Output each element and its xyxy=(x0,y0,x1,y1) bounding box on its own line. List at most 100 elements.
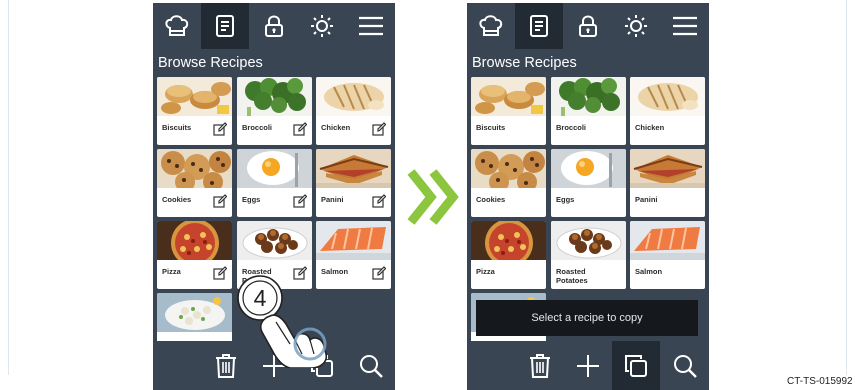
recipe-card[interactable]: Panini xyxy=(630,149,705,217)
recipe-card[interactable]: Pizza xyxy=(471,221,546,289)
page-title: Browse Recipes xyxy=(472,55,577,71)
recipe-card[interactable]: Pizza xyxy=(157,221,232,289)
tab-brightness[interactable] xyxy=(298,3,346,49)
edit-icon[interactable] xyxy=(213,194,228,208)
recipe-book-icon xyxy=(216,15,234,37)
page-title: Browse Recipes xyxy=(158,55,263,71)
eggs-photo xyxy=(551,149,626,188)
recipe-label: Broccoli xyxy=(556,123,587,132)
tab-recipe-book[interactable] xyxy=(515,3,563,49)
chef-hat-icon xyxy=(165,15,189,36)
edit-icon[interactable] xyxy=(293,122,308,136)
brightness-icon xyxy=(311,15,333,37)
recipe-label: Panini xyxy=(321,195,344,204)
potatoes-photo xyxy=(551,221,626,260)
edit-icon[interactable] xyxy=(372,194,387,208)
copy-button[interactable] xyxy=(612,341,660,390)
salmon-photo xyxy=(630,221,705,260)
trash-button[interactable] xyxy=(516,341,564,390)
recipe-card[interactable]: Eggs xyxy=(551,149,626,217)
tab-recipe-book[interactable] xyxy=(201,3,249,49)
step-number: 4 xyxy=(254,285,267,311)
recipe-label: Pizza xyxy=(162,267,181,276)
search-icon xyxy=(360,354,383,378)
lock-icon xyxy=(265,15,283,37)
edit-icon[interactable] xyxy=(372,122,387,136)
salmon-photo xyxy=(316,221,391,260)
potatoes-photo xyxy=(237,221,312,260)
copy-icon xyxy=(625,354,647,377)
bottom-toolbar xyxy=(467,341,709,390)
cookies-photo xyxy=(157,149,232,188)
figure: Browse Recipes Biscuits Broccoli Chicken Coo… xyxy=(0,0,855,390)
recipe-label: Pizza xyxy=(476,267,495,276)
tab-menu[interactable] xyxy=(661,3,709,49)
recipe-label: Chicken xyxy=(321,123,351,132)
plus-button[interactable] xyxy=(564,341,612,390)
frame-border-left xyxy=(8,0,9,375)
recipe-book-icon xyxy=(530,15,548,37)
pizza-photo xyxy=(157,221,232,260)
lock-icon xyxy=(579,15,597,37)
tab-brightness[interactable] xyxy=(612,3,660,49)
panini-photo xyxy=(630,149,705,188)
recipe-label: Eggs xyxy=(242,195,261,204)
recipe-card[interactable]: Salmon xyxy=(630,221,705,289)
biscuits-photo xyxy=(471,77,546,116)
recipe-card[interactable]: Panini xyxy=(316,149,391,217)
recipe-card[interactable]: Broccoli xyxy=(551,77,626,145)
recipe-label: Salmon xyxy=(635,267,663,276)
edit-icon[interactable] xyxy=(213,266,228,280)
recipe-card[interactable]: Biscuits xyxy=(471,77,546,145)
tab-lock[interactable] xyxy=(250,3,298,49)
figure-code: CT-TS-015992 xyxy=(787,376,853,387)
tab-menu[interactable] xyxy=(347,3,395,49)
salad-photo xyxy=(157,293,232,332)
edit-icon[interactable] xyxy=(213,122,228,136)
panini-photo xyxy=(316,149,391,188)
recipe-label: Broccoli xyxy=(242,123,273,132)
frame-border-right xyxy=(846,0,847,375)
recipe-label: Chicken xyxy=(635,123,665,132)
recipe-card[interactable]: Chicken xyxy=(630,77,705,145)
trash-icon xyxy=(530,353,550,378)
double-chevron-arrow-icon xyxy=(407,169,459,225)
menu-icon xyxy=(673,16,697,36)
recipe-card[interactable]: Eggs xyxy=(237,149,312,217)
recipe-card[interactable]: Chicken xyxy=(316,77,391,145)
edit-icon[interactable] xyxy=(372,266,387,280)
recipe-card[interactable]: Cookies xyxy=(157,149,232,217)
recipe-label: Cookies xyxy=(162,195,192,204)
chicken-photo xyxy=(630,77,705,116)
plus-icon xyxy=(577,354,599,377)
recipe-card[interactable]: Broccoli xyxy=(237,77,312,145)
top-navigation-bar xyxy=(467,3,709,49)
recipe-card[interactable]: Cookies xyxy=(471,149,546,217)
recipe-card[interactable]: Biscuits xyxy=(157,77,232,145)
broccoli-photo xyxy=(237,77,312,116)
recipe-label: Panini xyxy=(635,195,658,204)
biscuits-photo xyxy=(157,77,232,116)
tab-chef-hat[interactable] xyxy=(467,3,515,49)
recipe-label: Eggs xyxy=(556,195,575,204)
eggs-photo xyxy=(237,149,312,188)
search-icon xyxy=(674,354,697,378)
recipe-label: Biscuits xyxy=(476,123,506,132)
tap-hand-callout: 4 xyxy=(237,275,328,368)
tab-chef-hat[interactable] xyxy=(153,3,201,49)
top-navigation-bar xyxy=(153,3,395,49)
search-button[interactable] xyxy=(347,341,395,390)
recipe-label: Biscuits xyxy=(162,123,192,132)
cookies-photo xyxy=(471,149,546,188)
tab-lock[interactable] xyxy=(564,3,612,49)
recipe-label: Cookies xyxy=(476,195,506,204)
toast-message: Select a recipe to copy xyxy=(476,300,698,336)
broccoli-photo xyxy=(551,77,626,116)
recipe-card[interactable]: Roasted Potatoes xyxy=(551,221,626,289)
recipe-label: Roasted Potatoes xyxy=(556,267,588,285)
chicken-photo xyxy=(316,77,391,116)
phone-screen-after: Browse Recipes Biscuits Broccoli Chicken Coo… xyxy=(467,3,709,390)
search-button[interactable] xyxy=(661,341,709,390)
edit-icon[interactable] xyxy=(293,194,308,208)
chef-hat-icon xyxy=(479,15,503,36)
